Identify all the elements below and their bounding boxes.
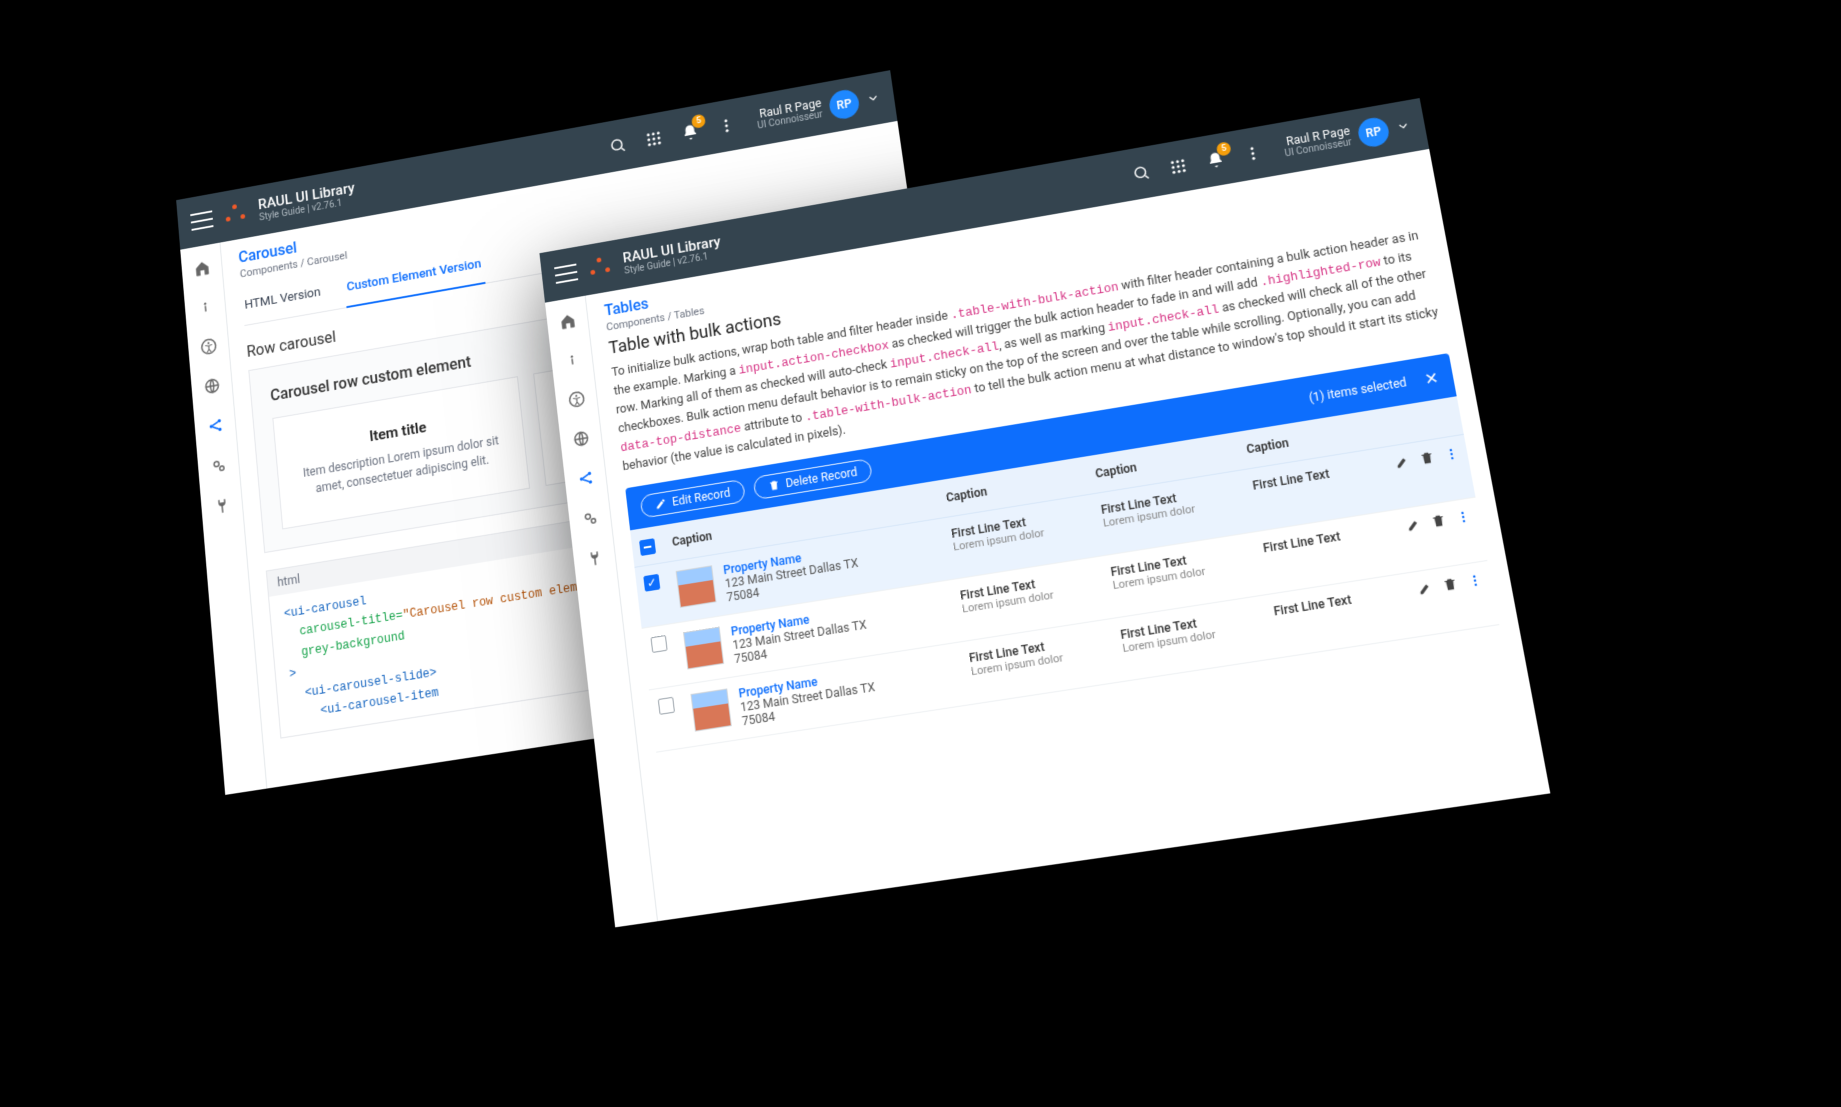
- gears-icon[interactable]: [571, 499, 609, 539]
- edit-record-button[interactable]: Edit Record: [640, 479, 746, 519]
- tab-html-version[interactable]: HTML Version: [241, 275, 324, 325]
- chevron-down-icon[interactable]: [865, 89, 881, 109]
- notifications-bell-icon[interactable]: 5: [1201, 146, 1231, 175]
- accessibility-icon[interactable]: [558, 380, 595, 419]
- delete-icon[interactable]: [1430, 513, 1448, 532]
- brand-logo: [587, 254, 614, 282]
- notifications-count: 5: [1216, 141, 1232, 156]
- edit-record-label: Edit Record: [671, 486, 731, 509]
- more-vertical-icon[interactable]: [1455, 509, 1473, 528]
- share-icon[interactable]: [197, 406, 233, 446]
- more-vertical-icon[interactable]: [1466, 572, 1484, 591]
- plug-icon[interactable]: [575, 539, 613, 579]
- edit-icon[interactable]: [1417, 580, 1435, 599]
- close-icon[interactable]: ✕: [1423, 368, 1440, 389]
- search-icon[interactable]: [1127, 159, 1156, 188]
- user-avatar: RP: [1356, 116, 1391, 149]
- hamburger-icon[interactable]: [554, 264, 578, 284]
- globe-icon[interactable]: [194, 366, 230, 406]
- globe-icon[interactable]: [562, 419, 600, 459]
- more-vertical-icon[interactable]: [1238, 139, 1268, 168]
- property-thumbnail: [683, 627, 724, 670]
- row-checkbox[interactable]: [650, 635, 667, 653]
- share-icon[interactable]: [566, 459, 604, 499]
- notifications-count: 5: [691, 113, 706, 128]
- info-icon[interactable]: [553, 341, 590, 380]
- search-icon[interactable]: [604, 131, 632, 160]
- notifications-bell-icon[interactable]: 5: [677, 118, 705, 147]
- edit-icon[interactable]: [1394, 454, 1411, 473]
- gears-icon[interactable]: [200, 446, 236, 486]
- cell-title: First Line Text: [1262, 523, 1379, 555]
- brand-text: RAUL UI Library Style Guide | v2.76.1: [622, 234, 723, 276]
- selected-count: (1) items selected: [1308, 375, 1408, 405]
- brand-text: RAUL UI Library Style Guide | v2.76.1: [257, 180, 356, 223]
- brand-logo: [223, 200, 249, 228]
- home-icon[interactable]: [549, 302, 586, 341]
- delete-icon[interactable]: [1419, 450, 1436, 469]
- chevron-down-icon[interactable]: [1395, 117, 1412, 137]
- apps-grid-icon[interactable]: [1164, 152, 1193, 181]
- cell-title: First Line Text: [1273, 587, 1391, 619]
- more-vertical-icon[interactable]: [1443, 446, 1461, 465]
- edit-icon[interactable]: [1405, 517, 1422, 536]
- carousel-item[interactable]: Item title Item description Lorem ipsum …: [272, 376, 530, 529]
- delete-record-label: Delete Record: [785, 465, 858, 490]
- more-vertical-icon[interactable]: [713, 111, 741, 140]
- cell-title: First Line Text: [1252, 461, 1368, 493]
- delete-icon[interactable]: [1442, 576, 1460, 595]
- hamburger-icon[interactable]: [190, 210, 213, 230]
- home-icon[interactable]: [184, 249, 220, 288]
- plug-icon[interactable]: [204, 486, 241, 526]
- accessibility-icon[interactable]: [190, 327, 226, 367]
- property-thumbnail: [690, 688, 731, 731]
- user-avatar: RP: [828, 88, 861, 121]
- info-icon[interactable]: [187, 288, 223, 327]
- row-checkbox[interactable]: [658, 697, 675, 715]
- check-all-checkbox[interactable]: [639, 538, 656, 556]
- row-checkbox[interactable]: ✓: [643, 574, 660, 592]
- property-thumbnail: [676, 565, 717, 608]
- apps-grid-icon[interactable]: [640, 124, 668, 153]
